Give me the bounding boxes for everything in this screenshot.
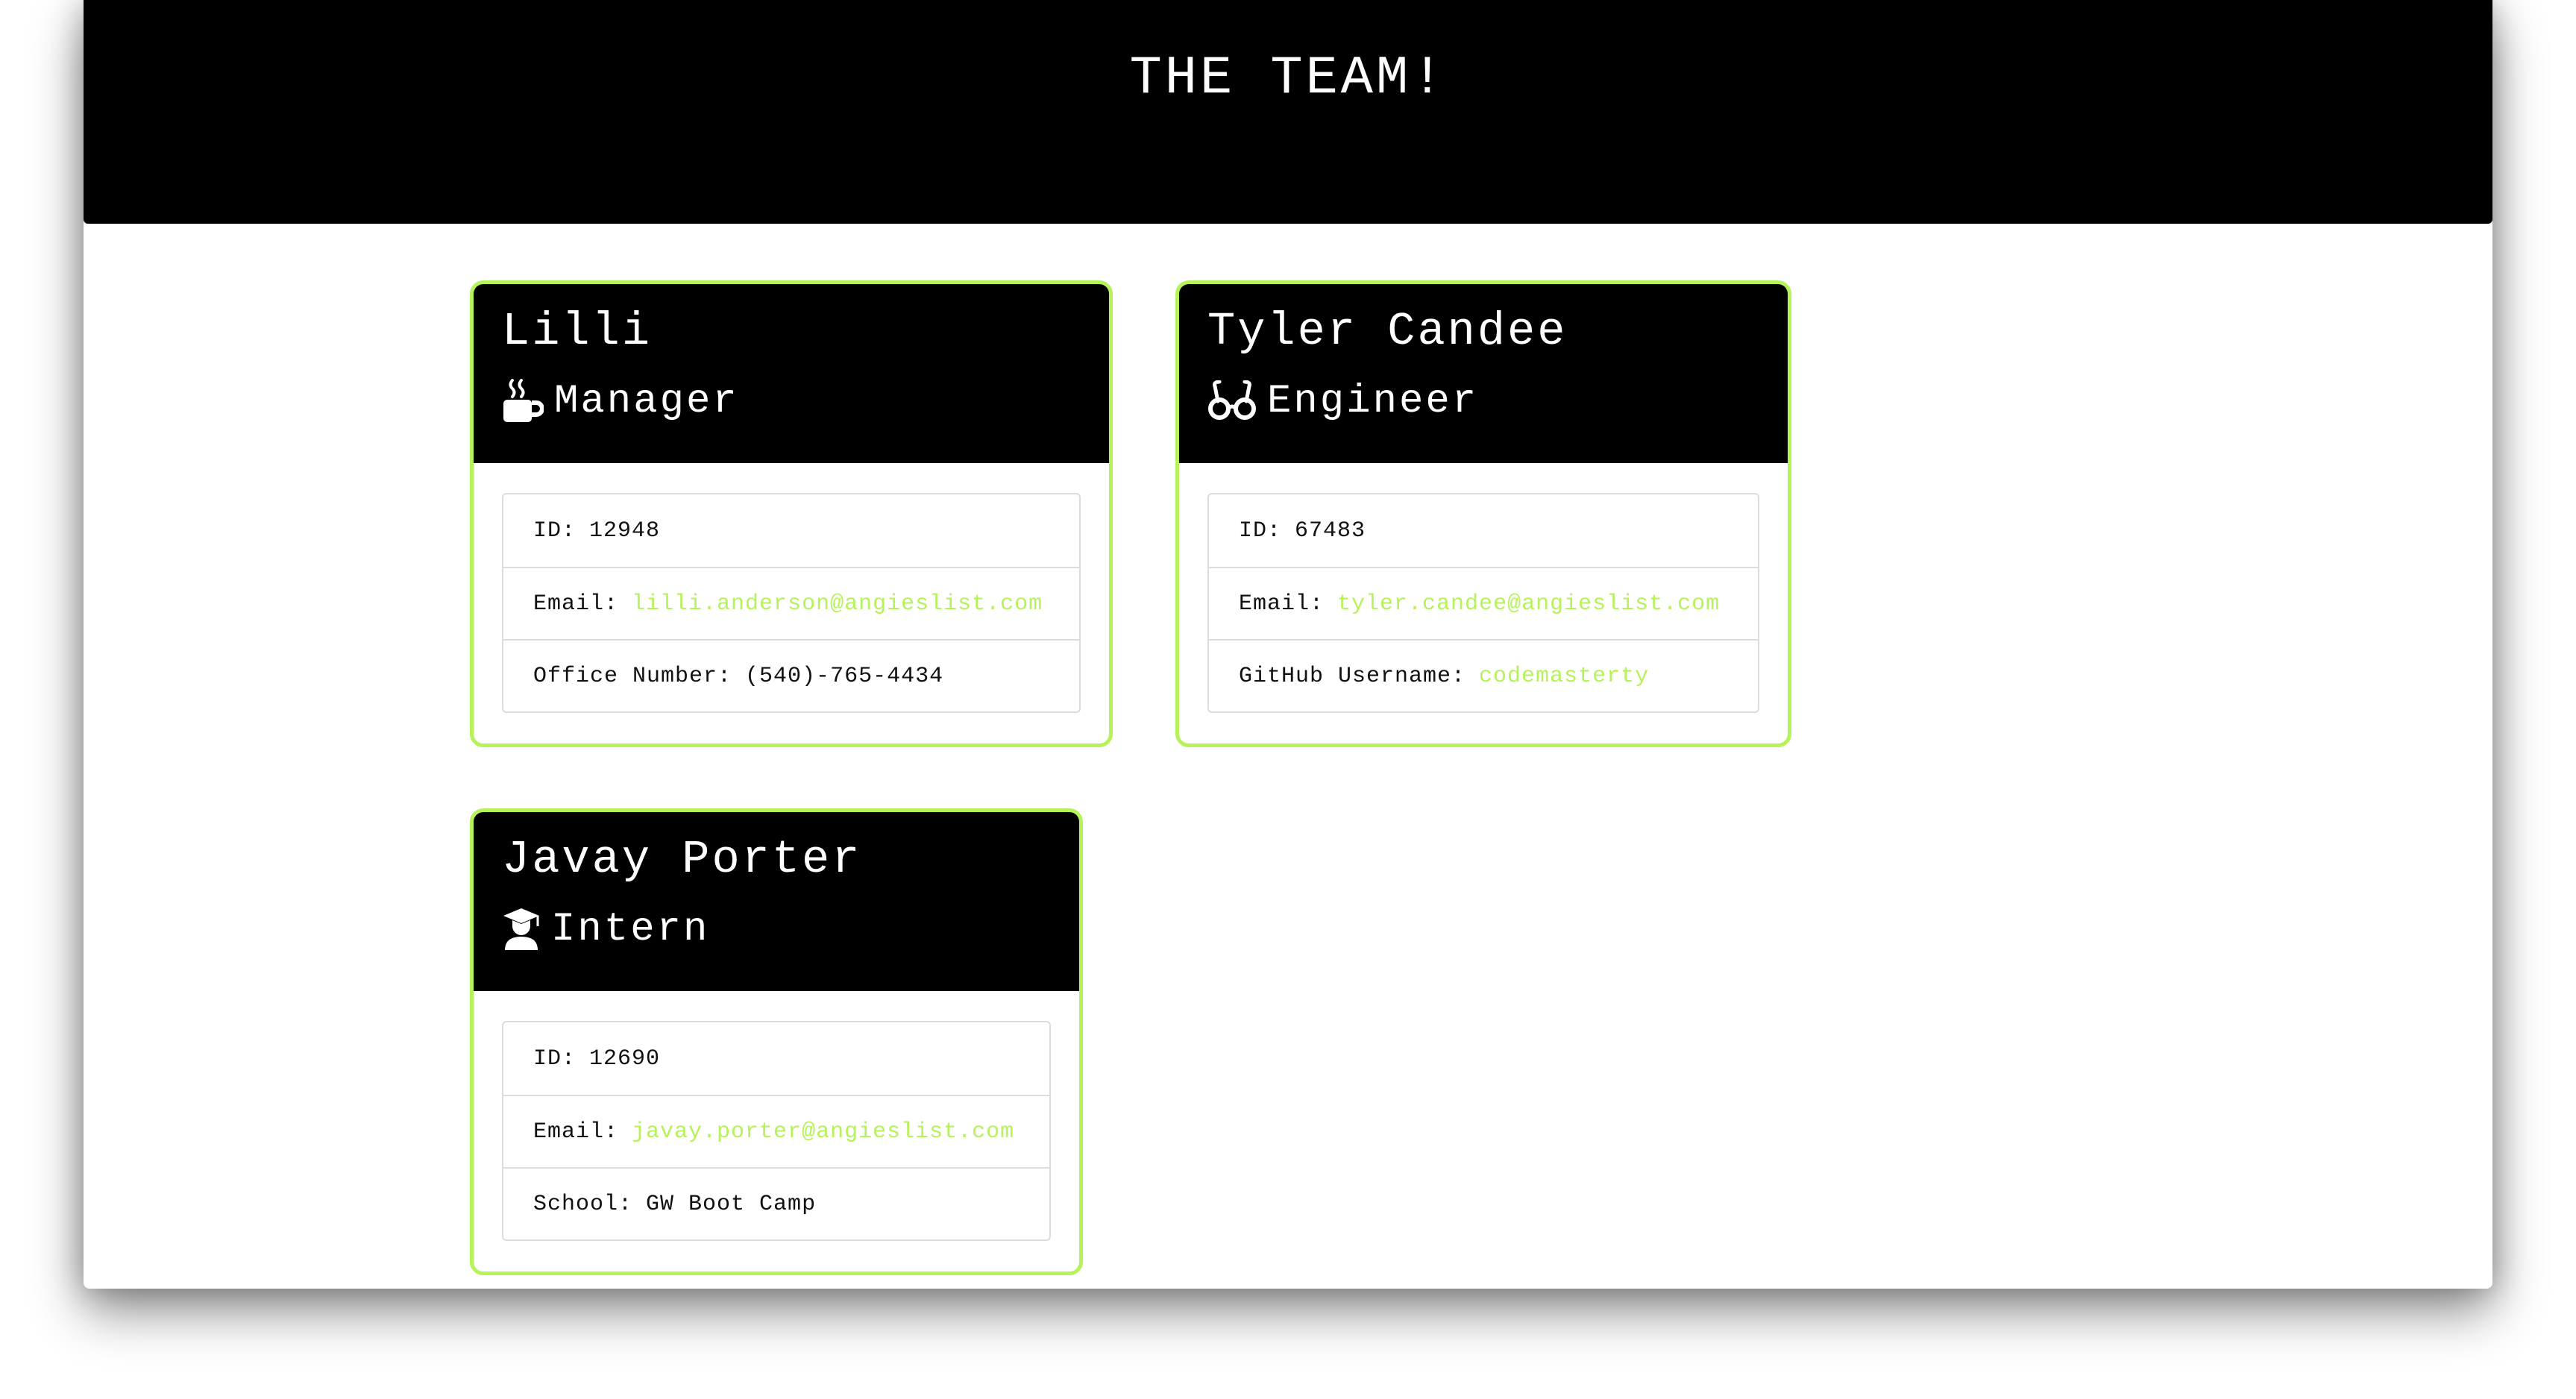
list-item-email: Email: lilli.anderson@angieslist.com — [503, 567, 1079, 639]
id-value: 67483 — [1295, 518, 1366, 544]
employee-role: Manager — [502, 375, 739, 427]
email-label: Email: — [1239, 591, 1325, 617]
list-item-office-number: Office Number: (540)-765-4434 — [503, 639, 1079, 711]
employee-name: Tyler Candee — [1207, 305, 1568, 358]
graduate-icon — [503, 908, 539, 950]
email-link[interactable]: javay.porter@angieslist.com — [632, 1119, 1014, 1145]
id-label: ID: — [533, 1046, 577, 1072]
office-number-label: Office Number: — [533, 663, 732, 689]
card-header: Javay Porter Intern — [474, 812, 1079, 991]
employee-card-manager: Lilli Manager ID: 12948 Email: lilli.and… — [470, 280, 1113, 747]
id-value: 12690 — [589, 1046, 661, 1072]
employee-name: Javay Porter — [502, 833, 862, 886]
card-header: Lilli Manager — [474, 284, 1109, 463]
browser-window: THE TEAM! Lilli Manager ID: 12948 Email: — [84, 0, 2492, 1289]
card-header: Tyler Candee Engineer — [1179, 284, 1788, 463]
list-item-id: ID: 12690 — [503, 1022, 1049, 1095]
list-item-email: Email: tyler.candee@angieslist.com — [1209, 567, 1758, 639]
id-value: 12948 — [589, 518, 661, 544]
info-list: ID: 12948 Email: lilli.anderson@angiesli… — [502, 493, 1081, 713]
list-item-id: ID: 67483 — [1209, 494, 1758, 567]
list-item-school: School: GW Boot Camp — [503, 1167, 1049, 1239]
info-list: ID: 67483 Email: tyler.candee@angieslist… — [1207, 493, 1759, 713]
email-label: Email: — [533, 591, 619, 617]
role-label: Engineer — [1267, 378, 1479, 424]
school-label: School: — [533, 1191, 633, 1217]
page-header: THE TEAM! — [84, 0, 2492, 224]
email-link[interactable]: lilli.anderson@angieslist.com — [632, 591, 1043, 617]
list-item-email: Email: javay.porter@angieslist.com — [503, 1095, 1049, 1167]
list-item-id: ID: 12948 — [503, 494, 1079, 567]
role-label: Manager — [554, 378, 739, 424]
role-label: Intern — [551, 906, 710, 952]
email-label: Email: — [533, 1119, 619, 1145]
id-label: ID: — [533, 518, 577, 544]
employee-role: Intern — [502, 903, 709, 955]
list-item-github: GitHub Username: codemasterty — [1209, 639, 1758, 711]
office-number-value: (540)-765-4434 — [745, 663, 944, 689]
id-label: ID: — [1239, 518, 1282, 544]
github-label: GitHub Username: — [1239, 663, 1466, 689]
email-link[interactable]: tyler.candee@angieslist.com — [1337, 591, 1720, 617]
employee-card-intern: Javay Porter Intern ID: 12690 Email: jav… — [470, 808, 1083, 1275]
github-link[interactable]: codemasterty — [1479, 664, 1649, 689]
school-value: GW Boot Camp — [646, 1191, 817, 1217]
employee-name: Lilli — [502, 305, 653, 358]
coffee-icon — [503, 379, 544, 422]
info-list: ID: 12690 Email: javay.porter@angieslist… — [502, 1021, 1051, 1241]
glasses-icon — [1208, 380, 1256, 420]
page-title: THE TEAM! — [1129, 48, 1447, 109]
employee-role: Engineer — [1207, 375, 1478, 427]
employee-card-engineer: Tyler Candee Engineer ID: 67483 Email: t… — [1175, 280, 1791, 747]
